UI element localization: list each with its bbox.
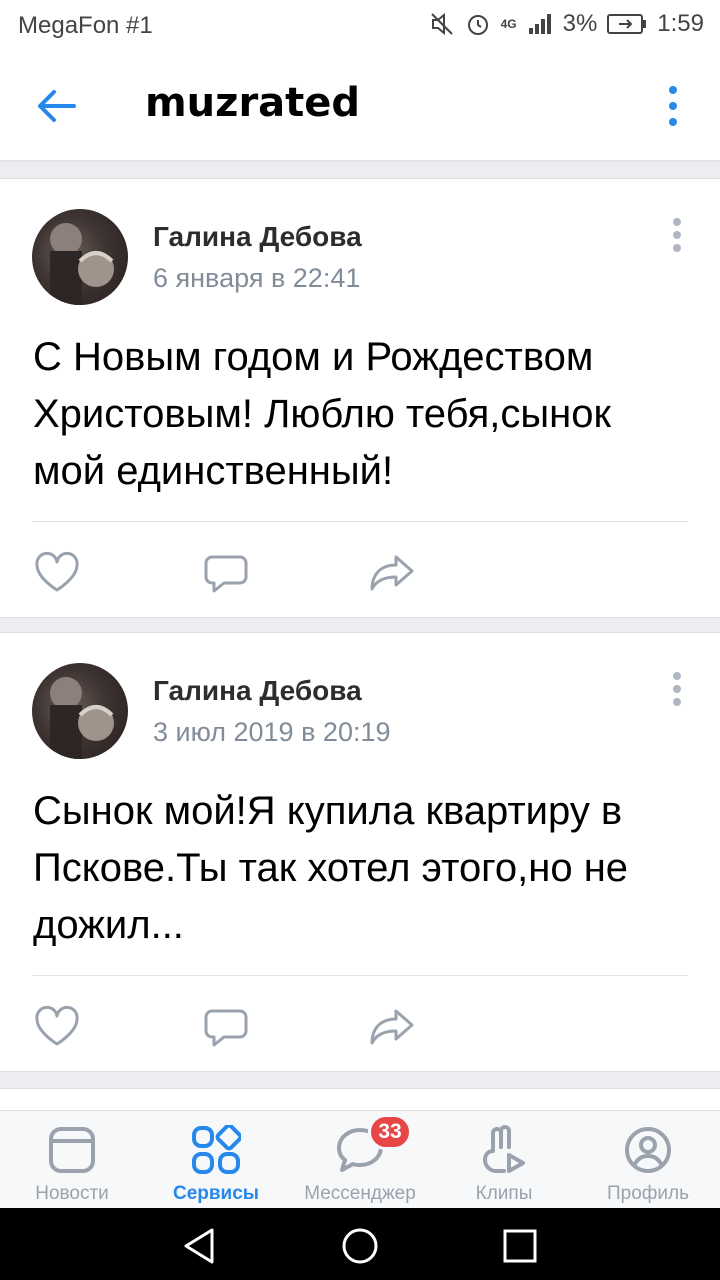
post-text: С Новым годом и Рождеством Христовым! Лю… bbox=[33, 335, 611, 493]
comment-icon[interactable] bbox=[202, 1005, 250, 1049]
more-vertical-icon[interactable] bbox=[666, 84, 680, 128]
share-icon[interactable] bbox=[368, 551, 416, 595]
tab-label: Профиль bbox=[606, 1183, 690, 1204]
clips-icon bbox=[482, 1125, 525, 1173]
like-icon[interactable] bbox=[33, 1005, 81, 1049]
like-icon[interactable] bbox=[33, 551, 81, 595]
share-icon[interactable] bbox=[368, 1005, 416, 1049]
post-date[interactable]: 3 июл 2019 в 20:19 bbox=[153, 717, 391, 748]
post-card: Галина Дебова 6 января в 22:41 С Новым г… bbox=[0, 178, 720, 618]
tab-news[interactable]: Новости bbox=[0, 1111, 144, 1209]
status-icons: 4G 3% 1:59 bbox=[429, 10, 704, 38]
status-bar: MegaFon #1 4G 3% 1:59 bbox=[0, 0, 720, 52]
mute-icon bbox=[430, 12, 453, 36]
signal-icon bbox=[528, 14, 551, 34]
divider bbox=[32, 975, 688, 976]
clock: 1:59 bbox=[657, 10, 704, 37]
app-header: muzrated bbox=[0, 52, 720, 162]
tab-label: Клипы bbox=[475, 1183, 533, 1204]
tab-profile[interactable]: Профиль bbox=[576, 1111, 720, 1209]
tab-label: Новости bbox=[35, 1183, 109, 1204]
nav-home-icon[interactable] bbox=[340, 1226, 380, 1266]
avatar-photo bbox=[50, 677, 114, 759]
tab-label: Мессенджер bbox=[304, 1183, 416, 1204]
network-label: 4G bbox=[500, 17, 517, 31]
post-author[interactable]: Галина Дебова bbox=[153, 221, 362, 253]
bottom-tab-bar: Новости Сервисы Мессенджер Клипы Профиль bbox=[0, 1110, 720, 1208]
post-actions bbox=[0, 1005, 720, 1049]
tab-clips[interactable]: Клипы bbox=[432, 1111, 576, 1209]
post-more-icon[interactable] bbox=[672, 671, 682, 707]
nav-back-icon[interactable] bbox=[180, 1226, 220, 1266]
post-date[interactable]: 6 января в 22:41 bbox=[153, 263, 360, 294]
carrier-name: MegaFon #1 bbox=[18, 12, 153, 39]
post-text: Сынок мой!Я купила квартиру в Пскове.Ты … bbox=[33, 789, 629, 947]
post-card-partial bbox=[0, 1088, 720, 1112]
services-icon bbox=[192, 1125, 241, 1174]
news-icon bbox=[49, 1127, 95, 1173]
system-nav-bar bbox=[0, 1208, 720, 1280]
divider bbox=[32, 521, 688, 522]
unread-badge: 33 bbox=[368, 1114, 412, 1150]
page-title: muzrated bbox=[145, 80, 361, 126]
post-card: Галина Дебова 3 июл 2019 в 20:19 Сынок м… bbox=[0, 632, 720, 1072]
comment-icon[interactable] bbox=[202, 551, 250, 595]
avatar[interactable] bbox=[32, 663, 128, 759]
profile-icon bbox=[625, 1127, 671, 1173]
battery-icon bbox=[607, 14, 647, 34]
avatar[interactable] bbox=[32, 209, 128, 305]
nav-recents-icon[interactable] bbox=[500, 1226, 540, 1266]
tab-label: Сервисы bbox=[172, 1183, 260, 1204]
battery-percent: 3% bbox=[562, 10, 598, 37]
post-actions bbox=[0, 551, 720, 595]
tab-services[interactable]: Сервисы bbox=[144, 1111, 288, 1209]
back-arrow-icon[interactable] bbox=[34, 84, 78, 128]
post-more-icon[interactable] bbox=[672, 217, 682, 253]
avatar-photo bbox=[50, 223, 114, 305]
alarm-icon bbox=[467, 15, 488, 35]
post-author[interactable]: Галина Дебова bbox=[153, 675, 362, 707]
